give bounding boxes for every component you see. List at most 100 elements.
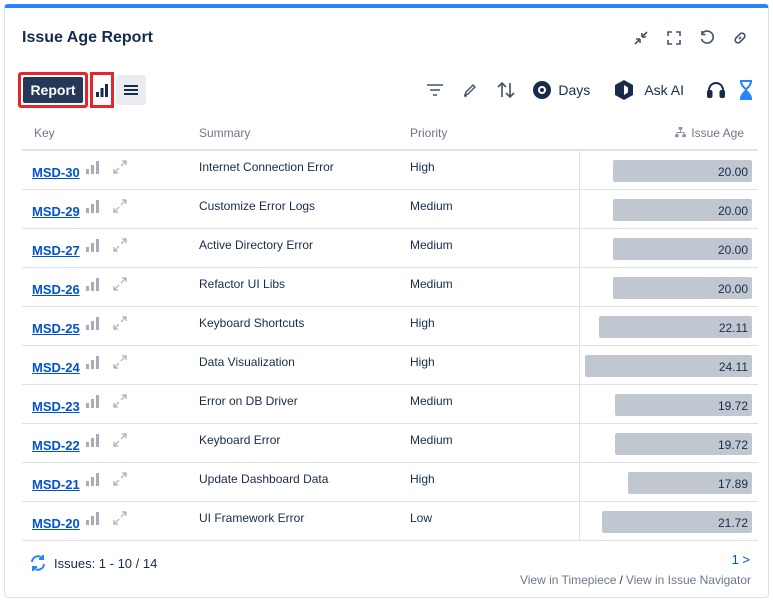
table-row: MSD-21 Update Dashboard Data High 17.89 <box>22 462 758 502</box>
collapse-icon[interactable] <box>631 28 651 48</box>
refresh-icon[interactable] <box>697 28 717 48</box>
highlight-button[interactable] <box>462 82 478 98</box>
fullscreen-icon[interactable] <box>664 28 684 48</box>
priority-cell: High <box>410 150 579 190</box>
issue-summary: Customize Error Logs <box>199 198 316 213</box>
expand-icon[interactable] <box>112 510 128 526</box>
priority-cell: Medium <box>410 267 579 307</box>
issue-summary: UI Framework Error <box>199 510 305 525</box>
report-button-label: Report <box>23 77 83 103</box>
issue-key-link[interactable]: MSD-24 <box>32 360 80 375</box>
bar-chart-icon <box>96 84 108 97</box>
issue-age-cell: 20.00 <box>578 150 758 190</box>
days-toggle[interactable]: Days <box>532 80 590 100</box>
priority-cell: Medium <box>410 189 579 229</box>
mini-chart-icon[interactable] <box>85 434 100 447</box>
priority-cell: Medium <box>410 423 579 463</box>
support-button[interactable] <box>706 80 726 100</box>
headset-icon <box>707 82 725 98</box>
issue-key-link[interactable]: MSD-30 <box>32 165 80 180</box>
expand-icon[interactable] <box>112 471 128 487</box>
mini-chart-icon[interactable] <box>85 239 100 252</box>
mini-chart-icon[interactable] <box>85 473 100 486</box>
issue-age-cell: 20.00 <box>578 228 758 268</box>
expand-icon[interactable] <box>112 354 128 370</box>
issue-key-link[interactable]: MSD-22 <box>32 438 80 453</box>
filter-button[interactable] <box>426 83 444 97</box>
table-header-row: Key Summary Priority Issue Age <box>22 116 758 151</box>
mini-chart-icon[interactable] <box>85 317 100 330</box>
report-button[interactable]: Report <box>18 72 88 108</box>
issue-key-link[interactable]: MSD-25 <box>32 321 80 336</box>
mini-chart-icon[interactable] <box>85 512 100 525</box>
hierarchy-icon <box>675 126 687 137</box>
expand-icon[interactable] <box>112 159 128 175</box>
table-row: MSD-25 Keyboard Shortcuts High 22.11 <box>22 306 758 346</box>
column-header-priority[interactable]: Priority <box>410 116 579 151</box>
summary-cell: Active Directory Error <box>199 228 410 268</box>
issue-summary: Data Visualization <box>199 354 295 369</box>
expand-icon[interactable] <box>112 315 128 331</box>
expand-icon[interactable] <box>112 276 128 292</box>
key-cell: MSD-30 <box>22 150 199 190</box>
table-row: MSD-26 Refactor UI Libs Medium 20.00 <box>22 267 758 307</box>
key-cell: MSD-24 <box>22 345 199 385</box>
mini-chart-icon[interactable] <box>85 200 100 213</box>
issue-summary: Keyboard Shortcuts <box>199 315 305 330</box>
expand-icon[interactable] <box>112 198 128 214</box>
key-cell: MSD-27 <box>22 228 199 268</box>
issue-priority: Medium <box>410 237 453 252</box>
view-links: View in Timepiece / View in Issue Navigato… <box>520 573 751 587</box>
summary-cell: Error on DB Driver <box>199 384 410 424</box>
issue-key-link[interactable]: MSD-27 <box>32 243 80 258</box>
summary-cell: Internet Connection Error <box>199 150 410 190</box>
sort-icon <box>497 81 515 99</box>
issue-key-link[interactable]: MSD-21 <box>32 477 80 492</box>
pen-icon <box>464 84 477 97</box>
issue-priority: Medium <box>410 198 453 213</box>
ask-ai-button[interactable]: Ask AI <box>614 79 684 101</box>
summary-cell: Data Visualization <box>199 345 410 385</box>
issue-summary: Error on DB Driver <box>199 393 298 408</box>
mini-chart-icon[interactable] <box>85 161 100 175</box>
view-in-issue-navigator-link[interactable]: View in Issue Navigator <box>626 573 751 587</box>
issue-priority: Medium <box>410 276 453 291</box>
issue-summary: Keyboard Error <box>199 432 281 447</box>
summary-cell: UI Framework Error <box>199 501 410 541</box>
issue-summary: Update Dashboard Data <box>199 471 329 486</box>
issue-key-link[interactable]: MSD-26 <box>32 282 80 297</box>
table-row: MSD-24 Data Visualization High 24.11 <box>22 345 758 385</box>
sync-icon[interactable] <box>29 554 47 572</box>
priority-cell: Medium <box>410 384 579 424</box>
view-in-timepiece-link[interactable]: View in Timepiece <box>520 573 617 587</box>
issue-priority: Medium <box>410 432 453 447</box>
column-header-summary[interactable]: Summary <box>199 116 410 151</box>
ask-ai-label: Ask AI <box>644 82 684 98</box>
pagination-next[interactable]: 1 > <box>732 552 750 567</box>
expand-icon[interactable] <box>112 432 128 448</box>
column-header-issue-age[interactable]: Issue Age <box>579 116 758 151</box>
issue-summary: Internet Connection Error <box>199 159 334 174</box>
issue-key-link[interactable]: MSD-23 <box>32 399 80 414</box>
mini-chart-icon[interactable] <box>85 395 100 408</box>
priority-cell: High <box>410 345 579 385</box>
key-cell: MSD-23 <box>22 384 199 424</box>
sort-button[interactable] <box>496 81 516 99</box>
mini-chart-icon[interactable] <box>85 356 100 369</box>
issue-age-cell: 24.11 <box>578 345 758 385</box>
link-icon[interactable] <box>730 28 750 48</box>
chart-view-button[interactable] <box>90 72 114 108</box>
issue-priority: Low <box>410 510 433 525</box>
column-header-key[interactable]: Key <box>22 116 199 151</box>
issue-key-link[interactable]: MSD-29 <box>32 204 80 219</box>
timepiece-button[interactable] <box>738 80 754 100</box>
hourglass-icon <box>740 80 752 100</box>
list-view-button[interactable] <box>116 75 146 105</box>
expand-icon[interactable] <box>112 237 128 253</box>
issue-priority: Medium <box>410 393 453 408</box>
expand-icon[interactable] <box>112 393 128 409</box>
issue-age-cell: 20.00 <box>578 189 758 229</box>
issue-key-link[interactable]: MSD-20 <box>32 516 80 531</box>
mini-chart-icon[interactable] <box>85 278 100 291</box>
issues-count-label: Issues: 1 - 10 / 14 <box>54 555 158 571</box>
